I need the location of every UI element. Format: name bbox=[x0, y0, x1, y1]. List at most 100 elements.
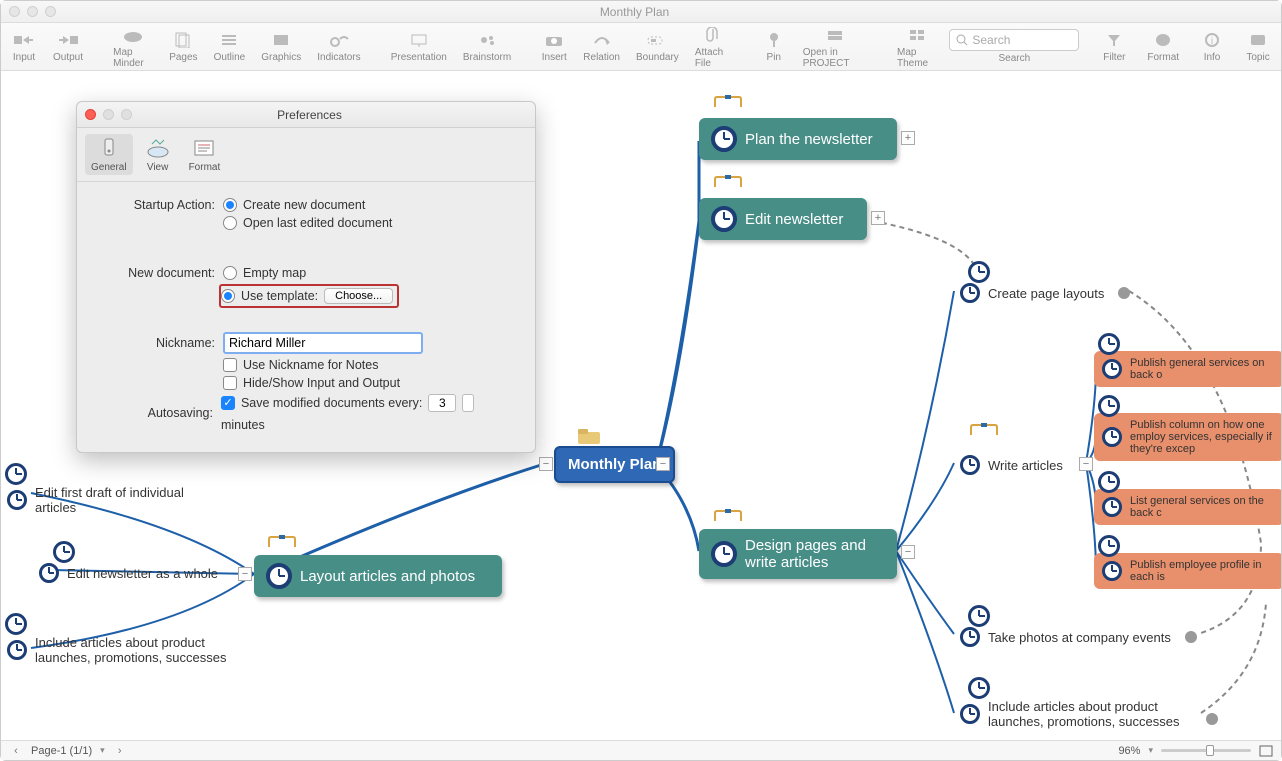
minimize-icon[interactable] bbox=[103, 109, 114, 120]
close-icon[interactable] bbox=[85, 109, 96, 120]
node-plan-newsletter[interactable]: Plan the newsletter bbox=[699, 118, 897, 160]
node-design-pages[interactable]: Design pages and write articles bbox=[699, 529, 897, 579]
node-create-layouts[interactable]: Create page layouts bbox=[954, 279, 1136, 307]
tool-filter[interactable]: Filter bbox=[1097, 30, 1131, 63]
checkbox-autosave[interactable] bbox=[221, 396, 235, 410]
info-icon: i bbox=[1199, 30, 1225, 50]
tool-pages[interactable]: Pages bbox=[165, 30, 201, 63]
node-publish-2[interactable]: Publish column on how one employ service… bbox=[1094, 413, 1281, 461]
tool-attach[interactable]: Attach File bbox=[691, 25, 735, 69]
tool-graphics[interactable]: Graphics bbox=[257, 30, 305, 63]
window-traffic-lights[interactable] bbox=[9, 6, 56, 17]
node-publish-4[interactable]: Publish employee profile in each is bbox=[1094, 553, 1281, 589]
expander-minus[interactable]: − bbox=[238, 567, 252, 581]
fit-screen-icon[interactable] bbox=[1259, 745, 1273, 757]
pages-icon bbox=[170, 30, 196, 50]
expander-plus[interactable]: + bbox=[871, 211, 885, 225]
bracket-icon bbox=[713, 509, 743, 523]
clock-icon bbox=[1102, 561, 1122, 581]
tool-boundary[interactable]: Boundary bbox=[632, 30, 683, 63]
window-title: Monthly Plan bbox=[56, 5, 1213, 19]
tool-outline[interactable]: Outline bbox=[210, 30, 250, 63]
node-include-left[interactable]: Include articles about product launches,… bbox=[1, 631, 256, 669]
format-icon bbox=[191, 136, 217, 160]
tool-relation[interactable]: Relation bbox=[579, 30, 624, 63]
boundary-icon bbox=[644, 30, 670, 50]
prefs-titlebar: Preferences bbox=[77, 102, 535, 128]
tool-input[interactable]: Input bbox=[7, 30, 41, 63]
cloud-icon bbox=[120, 25, 146, 45]
view-icon bbox=[145, 136, 171, 160]
node-write-articles[interactable]: Write articles bbox=[954, 451, 1069, 479]
node-publish-3[interactable]: List general services on the back c bbox=[1094, 489, 1281, 525]
clock-icon bbox=[53, 541, 75, 563]
main-toolbar: Input Output Map Minder Pages Outline Gr… bbox=[1, 23, 1281, 71]
tool-map-theme[interactable]: Map Theme bbox=[893, 25, 941, 69]
clock-icon bbox=[968, 261, 990, 283]
tool-pin[interactable]: Pin bbox=[757, 30, 791, 63]
prefs-body: Startup Action: Create new document Open… bbox=[77, 182, 535, 452]
clock-icon bbox=[1098, 333, 1120, 355]
radio-use-template[interactable] bbox=[221, 289, 235, 303]
clock-icon bbox=[7, 640, 27, 660]
radio-empty-map[interactable] bbox=[223, 266, 237, 280]
node-layout-articles[interactable]: Layout articles and photos bbox=[254, 555, 502, 597]
end-dot-icon bbox=[1206, 713, 1218, 725]
expander-minus[interactable]: − bbox=[656, 457, 670, 471]
label-use-nickname: Use Nickname for Notes bbox=[243, 358, 378, 372]
tool-map-minder[interactable]: Map Minder bbox=[109, 25, 157, 69]
general-icon bbox=[96, 136, 122, 160]
clock-icon bbox=[1098, 395, 1120, 417]
tool-info[interactable]: iInfo bbox=[1195, 30, 1229, 63]
node-edit-whole[interactable]: Edit newsletter as a whole bbox=[33, 559, 233, 587]
end-dot-icon bbox=[1118, 287, 1130, 299]
tool-presentation[interactable]: Presentation bbox=[387, 30, 451, 63]
radio-open-last[interactable] bbox=[223, 216, 237, 230]
search-input[interactable]: Search bbox=[949, 29, 1079, 51]
nickname-field[interactable] bbox=[223, 332, 423, 354]
checkbox-hide-show[interactable] bbox=[223, 376, 237, 390]
tab-view[interactable]: View bbox=[139, 134, 177, 175]
close-dot[interactable] bbox=[9, 6, 20, 17]
label-create-doc: Create new document bbox=[243, 198, 365, 212]
tool-indicators[interactable]: Indicators bbox=[313, 30, 364, 63]
expander-minus[interactable]: − bbox=[539, 457, 553, 471]
paperclip-icon bbox=[700, 25, 726, 45]
tool-output[interactable]: Output bbox=[49, 30, 87, 63]
zoom-slider[interactable] bbox=[1161, 749, 1251, 752]
tool-format[interactable]: Format bbox=[1143, 30, 1183, 63]
maximize-dot[interactable] bbox=[45, 6, 56, 17]
choose-button[interactable]: Choose... bbox=[324, 288, 393, 304]
minimize-dot[interactable] bbox=[27, 6, 38, 17]
maximize-icon[interactable] bbox=[121, 109, 132, 120]
tab-format[interactable]: Format bbox=[183, 134, 227, 175]
search-icon bbox=[956, 34, 968, 46]
tool-topic[interactable]: Topic bbox=[1241, 30, 1275, 63]
node-take-photos[interactable]: Take photos at company events bbox=[954, 623, 1214, 651]
next-page-button[interactable]: › bbox=[113, 744, 127, 758]
node-include-right[interactable]: Include articles about product launches,… bbox=[954, 695, 1214, 733]
node-edit-newsletter[interactable]: Edit newsletter bbox=[699, 198, 867, 240]
expander-minus[interactable]: − bbox=[1079, 457, 1093, 471]
tab-general[interactable]: General bbox=[85, 134, 133, 175]
minutes-stepper[interactable] bbox=[462, 394, 474, 412]
label-hide-show: Hide/Show Input and Output bbox=[243, 376, 400, 390]
autosave-minutes-field[interactable] bbox=[428, 394, 456, 412]
label-newdoc: New document: bbox=[93, 266, 215, 280]
tool-open-project[interactable]: Open in PROJECT bbox=[799, 25, 871, 69]
zoom-value: 96% bbox=[1118, 745, 1140, 757]
node-publish-1[interactable]: Publish general services on back o bbox=[1094, 351, 1281, 387]
expander-plus[interactable]: + bbox=[901, 131, 915, 145]
prev-page-button[interactable]: ‹ bbox=[9, 744, 23, 758]
expander-minus[interactable]: − bbox=[901, 545, 915, 559]
output-icon bbox=[55, 30, 81, 50]
clock-icon bbox=[711, 126, 737, 152]
relation-icon bbox=[589, 30, 615, 50]
checkbox-use-nickname[interactable] bbox=[223, 358, 237, 372]
tool-brainstorm[interactable]: Brainstorm bbox=[459, 30, 515, 63]
clock-icon bbox=[39, 563, 59, 583]
pin-icon bbox=[761, 30, 787, 50]
tool-insert[interactable]: Insert bbox=[537, 30, 571, 63]
radio-create-doc[interactable] bbox=[223, 198, 237, 212]
node-edit-first[interactable]: Edit first draft of individual articles bbox=[1, 481, 231, 519]
